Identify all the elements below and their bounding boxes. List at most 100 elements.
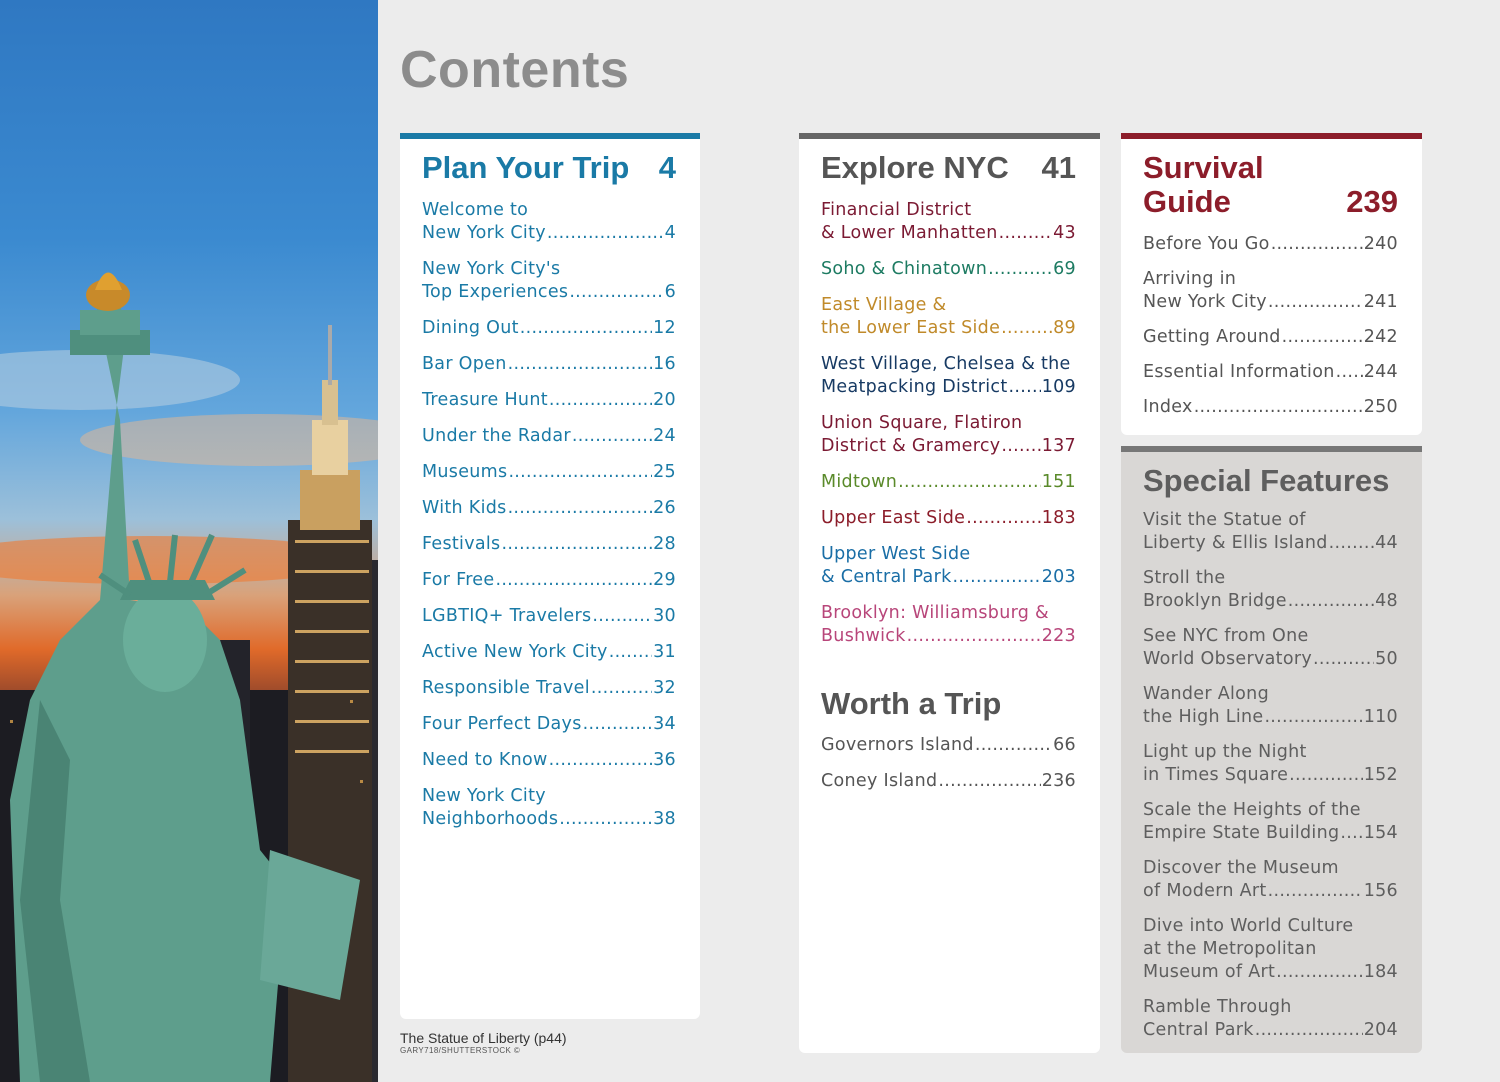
leader-dots [569,281,663,304]
toc-entry-label: District & Gramercy [821,436,1001,456]
toc-entry[interactable]: New York City's Top Experiences 6 [422,258,676,304]
special-title: Special Features [1143,463,1390,498]
toc-entry[interactable]: Union Square, Flatiron District & Gramerc… [821,412,1076,458]
toc-entry-page: 36 [653,750,676,770]
toc-entry[interactable]: Before You Go 240 [1143,233,1398,256]
toc-entry-page: 137 [1041,436,1076,456]
toc-entry-page: 183 [1041,508,1076,528]
toc-entry-page: 4 [664,223,676,243]
toc-entry-row: New York City 4 [422,222,676,245]
toc-entry-line: Stroll the [1143,568,1226,588]
leader-dots [549,749,653,772]
leader-dots [547,222,664,245]
toc-entry-label: With Kids [422,498,507,518]
leader-dots [1001,317,1052,340]
toc-entry[interactable]: Discover the Museum of Modern Art 156 [1143,857,1398,903]
panel-top-bar [799,133,1100,139]
toc-entry-label: Active New York City [422,642,608,662]
toc-entry[interactable]: New York City Neighborhoods 38 [422,785,676,831]
toc-entry[interactable]: Arriving in New York City 241 [1143,268,1398,314]
toc-entry[interactable]: Essential Information 244 [1143,361,1398,384]
toc-entry-row: LGBTIQ+ Travelers 30 [422,605,676,628]
toc-entry-label: Four Perfect Days [422,714,582,734]
toc-entry-row: New York City 241 [1143,291,1398,314]
leader-dots [583,713,652,736]
toc-entry[interactable]: With Kids 26 [422,497,676,520]
toc-entry-page: 154 [1363,823,1398,843]
toc-entry-line: Union Square, Flatiron [821,413,1023,433]
toc-entry[interactable]: Active New York City 31 [422,641,676,664]
toc-entry-row: Bushwick 223 [821,625,1076,648]
toc-entry[interactable]: Upper West Side & Central Park 203 [821,543,1076,589]
toc-entry[interactable]: Museums 25 [422,461,676,484]
toc-entry[interactable]: LGBTIQ+ Travelers 30 [422,605,676,628]
toc-entry-page: 44 [1375,533,1398,553]
toc-entry[interactable]: Under the Radar 24 [422,425,676,448]
toc-entry-row: & Lower Manhatten 43 [821,222,1076,245]
toc-entry-label: the High Line [1143,707,1264,727]
toc-entry[interactable]: Wander Along the High Line 110 [1143,683,1398,729]
toc-entry-page: 109 [1041,377,1076,397]
toc-entry[interactable]: Welcome to New York City 4 [422,199,676,245]
toc-entry[interactable]: Soho & Chinatown 69 [821,258,1076,281]
toc-entry-page: 32 [653,678,676,698]
toc-entry-label: New York City [1143,292,1267,312]
worth-heading: Worth a Trip [821,686,1076,721]
leader-dots [975,734,1052,757]
toc-entry-row: Need to Know 36 [422,749,676,772]
toc-entry[interactable]: Brooklyn: Williamsburg & Bushwick 223 [821,602,1076,648]
toc-entry-page: 38 [653,809,676,829]
toc-entry[interactable]: Responsible Travel 32 [422,677,676,700]
toc-entry-line: New York City's [422,259,561,279]
toc-entry[interactable]: East Village & the Lower East Side 89 [821,294,1076,340]
leader-dots [938,770,1040,793]
toc-entry[interactable]: Getting Around 242 [1143,326,1398,349]
toc-entry[interactable]: Governors Island 66 [821,734,1076,757]
toc-entry-line: New York City [422,786,546,806]
toc-entry[interactable]: Dining Out 12 [422,317,676,340]
explore-page: 41 [1041,150,1076,185]
toc-entry-label: Brooklyn Bridge [1143,591,1287,611]
toc-entry[interactable]: Bar Open 16 [422,353,676,376]
leader-dots [1340,822,1362,845]
toc-entry-label: Museums [422,462,508,482]
toc-entry[interactable]: Dive into World Culture at the Metropolit… [1143,915,1398,984]
toc-entry[interactable]: See NYC from One World Observatory 50 [1143,625,1398,671]
toc-entry-page: 25 [653,462,676,482]
toc-entry-page: 240 [1363,234,1398,254]
toc-entry[interactable]: Financial District & Lower Manhatten 43 [821,199,1076,245]
toc-entry[interactable]: Festivals 28 [422,533,676,556]
toc-entry-row: With Kids 26 [422,497,676,520]
leader-dots [1268,291,1363,314]
toc-entry[interactable]: Need to Know 36 [422,749,676,772]
toc-entry-row: Central Park 204 [1143,1019,1398,1042]
panel-top-bar [1121,133,1422,139]
toc-entry-label: in Times Square [1143,765,1289,785]
toc-entry[interactable]: Four Perfect Days 34 [422,713,676,736]
toc-entry[interactable]: Scale the Heights of the Empire State Bui… [1143,799,1398,845]
toc-entry-label: Essential Information [1143,362,1335,382]
toc-entry-label: Index [1143,397,1193,417]
toc-entry[interactable]: Light up the Night in Times Square 152 [1143,741,1398,787]
toc-entry-label: Bar Open [422,354,507,374]
toc-entry[interactable]: Visit the Statue of Liberty & Ellis Islan… [1143,509,1398,555]
toc-entry[interactable]: Ramble Through Central Park 204 [1143,996,1398,1042]
toc-entry-page: 30 [653,606,676,626]
toc-entry-page: 156 [1363,881,1398,901]
toc-entry[interactable]: Coney Island 236 [821,770,1076,793]
leader-dots [572,425,652,448]
toc-entry[interactable]: Treasure Hunt 20 [422,389,676,412]
leader-dots [520,317,652,340]
toc-entry[interactable]: For Free 29 [422,569,676,592]
toc-entry-row: Top Experiences 6 [422,281,676,304]
toc-entry-label: World Observatory [1143,649,1312,669]
toc-entry[interactable]: West Village, Chelsea & the Meatpacking D… [821,353,1076,399]
toc-entry-page: 89 [1053,318,1076,338]
toc-entry[interactable]: Midtown 151 [821,471,1076,494]
toc-entry-row: Active New York City 31 [422,641,676,664]
toc-entry-line: Light up the Night [1143,742,1307,762]
toc-entry[interactable]: Upper East Side 183 [821,507,1076,530]
toc-entry-line: Visit the Statue of [1143,510,1306,530]
toc-entry[interactable]: Stroll the Brooklyn Bridge 48 [1143,567,1398,613]
toc-entry[interactable]: Index 250 [1143,396,1398,419]
